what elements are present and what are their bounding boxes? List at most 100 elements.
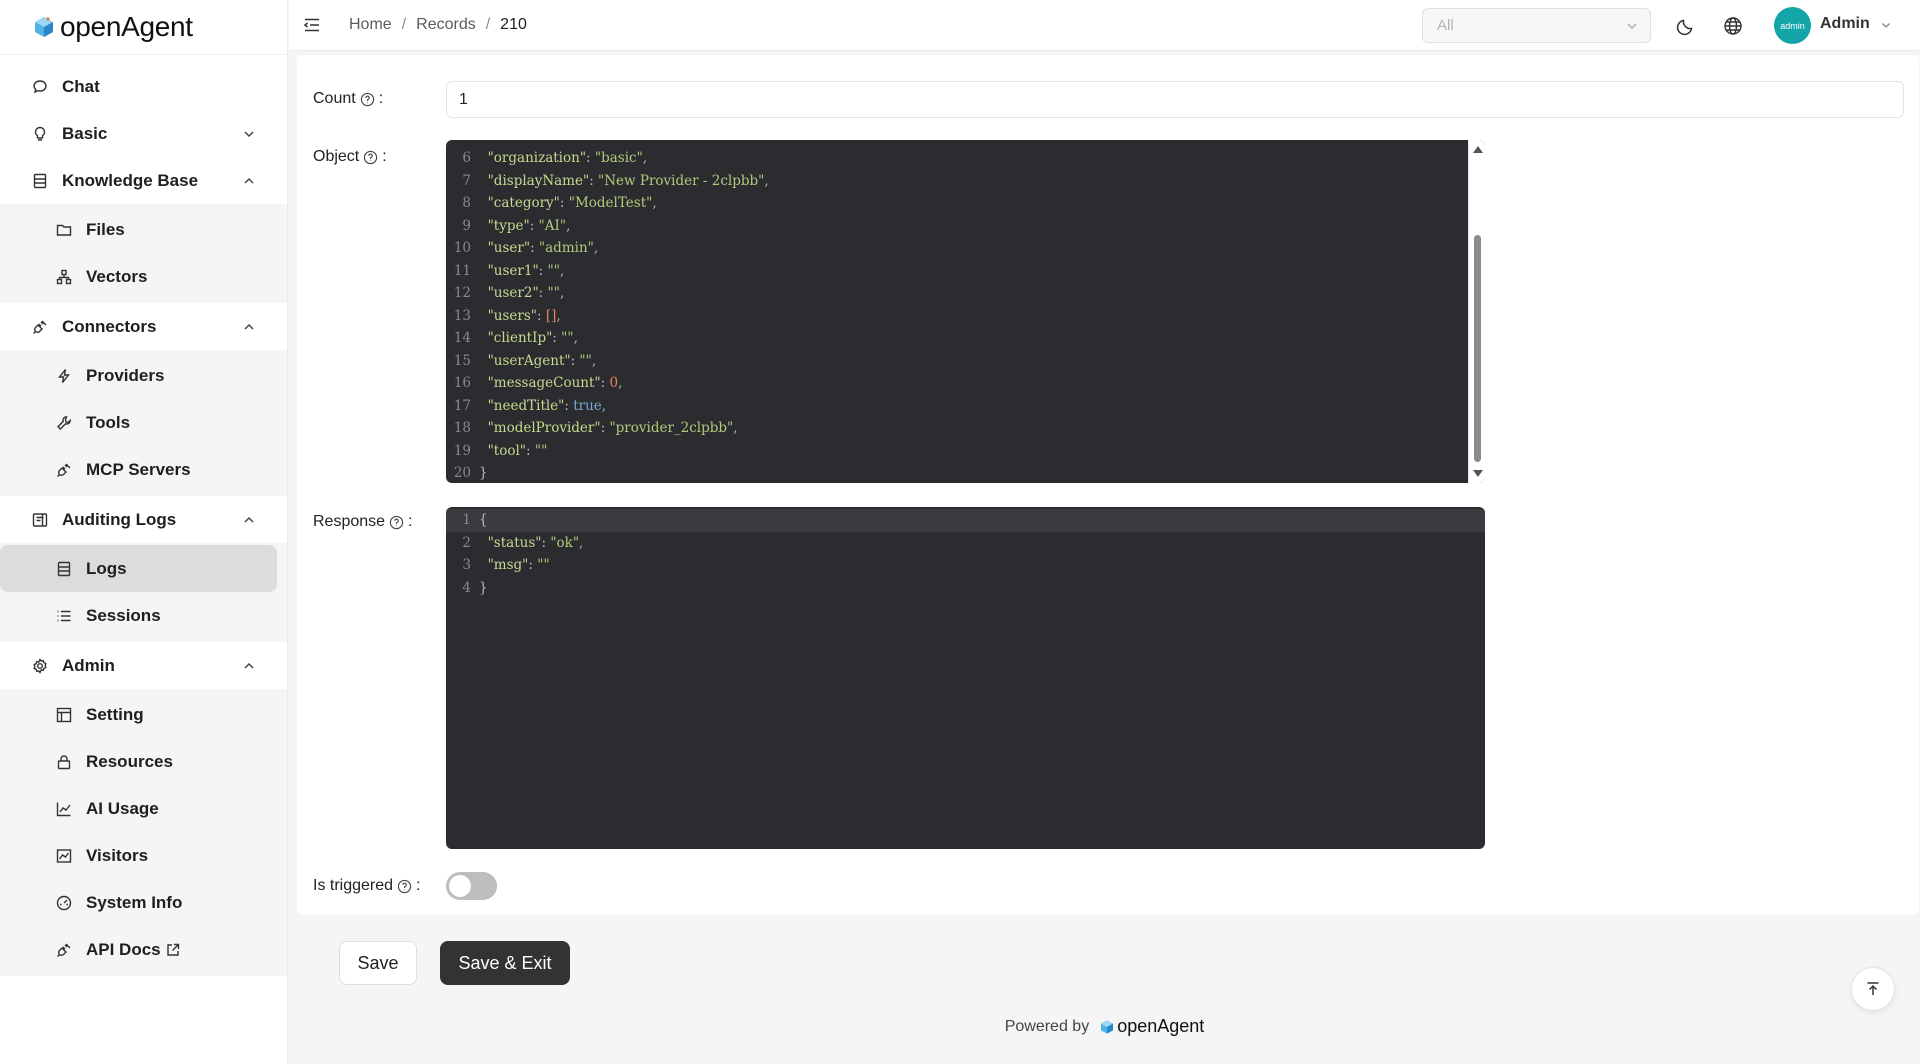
- dashboard-icon: [56, 895, 72, 911]
- breadcrumb-separator: /: [485, 16, 491, 33]
- question-circle-icon[interactable]: [397, 879, 412, 894]
- nodes-icon: [56, 269, 72, 285]
- breadcrumb-home[interactable]: Home: [349, 16, 392, 34]
- is-triggered-label: Is triggered :: [313, 877, 421, 895]
- code-key: "type": [487, 217, 530, 234]
- code-value: true: [573, 397, 602, 414]
- code-comma: ,: [556, 307, 561, 324]
- code-key: "userAgent": [487, 352, 571, 369]
- code-comma: ,: [559, 262, 565, 279]
- code-value: "ok": [550, 534, 580, 551]
- code-line: 8 "category": "ModelTest",: [446, 192, 1485, 215]
- logo-gem-icon: [35, 17, 53, 37]
- code-key: "msg": [487, 557, 529, 573]
- log-icon: [56, 561, 72, 577]
- sidebar-item-logs[interactable]: Logs: [0, 545, 277, 592]
- object-label-text: Object: [313, 148, 360, 165]
- chevron-up-icon: [244, 516, 254, 523]
- external-link-icon: [166, 943, 179, 956]
- sidebar-item-label: System Info: [86, 892, 183, 912]
- code-comma: ,: [573, 330, 578, 346]
- sidebar-item-ai-usage[interactable]: AI Usage: [0, 785, 287, 832]
- sidebar-item-label: Providers: [86, 365, 165, 385]
- line-number: 9: [462, 217, 471, 234]
- line-number: 17: [453, 397, 471, 414]
- code-comma: ,: [566, 217, 571, 234]
- sidebar-item-api-docs[interactable]: API Docs: [0, 926, 287, 973]
- sidebar-item-vectors[interactable]: Vectors: [0, 253, 287, 300]
- save-and-exit-button[interactable]: Save & Exit: [440, 941, 570, 985]
- sidebar-item-sessions[interactable]: Sessions: [0, 592, 287, 639]
- sidebar-item-basic[interactable]: Basic: [0, 110, 287, 157]
- sidebar-item-tools[interactable]: Tools: [0, 399, 287, 446]
- code-brace: }: [479, 465, 488, 481]
- layout-icon: [56, 707, 72, 723]
- breadcrumb-records[interactable]: Records: [416, 16, 476, 34]
- code-line: 17 "needTitle": true,: [446, 395, 1485, 418]
- sidebar-item-resources[interactable]: Resources: [0, 738, 287, 785]
- code-line: 10 "user": "admin",: [446, 237, 1485, 260]
- user-name[interactable]: Admin: [1820, 15, 1870, 33]
- code-value: "": [534, 442, 548, 459]
- response-code-editor[interactable]: 1{2 "status": "ok", 3 "msg": "" 4}: [446, 507, 1485, 849]
- code-key: "users": [487, 307, 538, 324]
- sidebar-item-connectors[interactable]: Connectors: [0, 303, 287, 350]
- save-button[interactable]: Save: [339, 941, 417, 985]
- menu-fold-icon[interactable]: [303, 16, 321, 34]
- object-code-editor[interactable]: 6 "organization": "basic", 7 "displayName…: [446, 140, 1485, 483]
- top-header: Home / Records / 210 All admin Admin: [289, 0, 1920, 51]
- code-colon: :: [538, 285, 548, 301]
- sidebar-item-label: Chat: [62, 76, 100, 96]
- code-value: "": [561, 330, 574, 346]
- chevron-down-icon: [1627, 23, 1637, 29]
- sidebar-item-knowledge-base[interactable]: Knowledge Base: [0, 157, 287, 204]
- sidebar-item-admin[interactable]: Admin: [0, 642, 287, 689]
- question-circle-icon[interactable]: [360, 92, 375, 107]
- is-triggered-switch[interactable]: [446, 872, 497, 900]
- label-colon: :: [416, 877, 421, 894]
- globe-icon[interactable]: [1723, 16, 1743, 36]
- scroll-down-icon[interactable]: [1473, 470, 1483, 477]
- count-input[interactable]: [446, 81, 1904, 118]
- scroll-thumb[interactable]: [1474, 235, 1481, 462]
- sidebar-item-chat[interactable]: Chat: [0, 63, 287, 110]
- code-value: "ModelTest": [568, 195, 653, 211]
- folder-icon: [56, 222, 72, 238]
- sidebar-item-auditing-logs[interactable]: Auditing Logs: [0, 496, 287, 543]
- editor-scrollbar[interactable]: [1468, 140, 1485, 483]
- back-to-top-button[interactable]: [1851, 967, 1895, 1011]
- code-comma: ,: [591, 352, 597, 369]
- chevron-down-icon: [244, 130, 254, 137]
- moon-icon[interactable]: [1676, 16, 1696, 36]
- code-line: 3 "msg": "": [446, 554, 1485, 577]
- footer-brand[interactable]: openAgent: [1117, 1016, 1204, 1037]
- sidebar-item-mcp-servers[interactable]: MCP Servers: [0, 446, 287, 493]
- label-colon: :: [382, 148, 387, 165]
- gear-icon: [32, 657, 48, 674]
- code-line: 12 "user2": "",: [446, 282, 1485, 305]
- code-comma: ,: [601, 397, 607, 414]
- question-circle-icon[interactable]: [363, 150, 378, 165]
- label-colon: :: [378, 90, 384, 107]
- code-value: 0: [609, 375, 619, 391]
- sidebar-item-system-info[interactable]: System Info: [0, 879, 287, 926]
- object-label: Object :: [313, 148, 387, 166]
- sidebar-item-visitors[interactable]: Visitors: [0, 832, 287, 879]
- scroll-up-icon[interactable]: [1473, 146, 1483, 153]
- sidebar-item-setting[interactable]: Setting: [0, 691, 287, 738]
- code-key: "organization": [487, 150, 587, 166]
- code-value: "basic": [594, 150, 643, 166]
- wrench-icon: [56, 415, 72, 431]
- avatar[interactable]: admin: [1774, 7, 1811, 44]
- organization-select[interactable]: All: [1422, 8, 1651, 43]
- code-line: 1{: [446, 509, 1485, 532]
- sidebar-item-files[interactable]: Files: [0, 206, 287, 253]
- question-circle-icon[interactable]: [389, 515, 404, 530]
- app-logo[interactable]: openAgent: [0, 0, 287, 55]
- line-number: 19: [453, 442, 471, 459]
- breadcrumb-separator: /: [401, 16, 407, 33]
- code-comma: ,: [618, 375, 623, 391]
- powered-by-text: Powered by: [1004, 1017, 1090, 1035]
- plug-icon: [56, 942, 72, 958]
- sidebar-item-providers[interactable]: Providers: [0, 352, 287, 399]
